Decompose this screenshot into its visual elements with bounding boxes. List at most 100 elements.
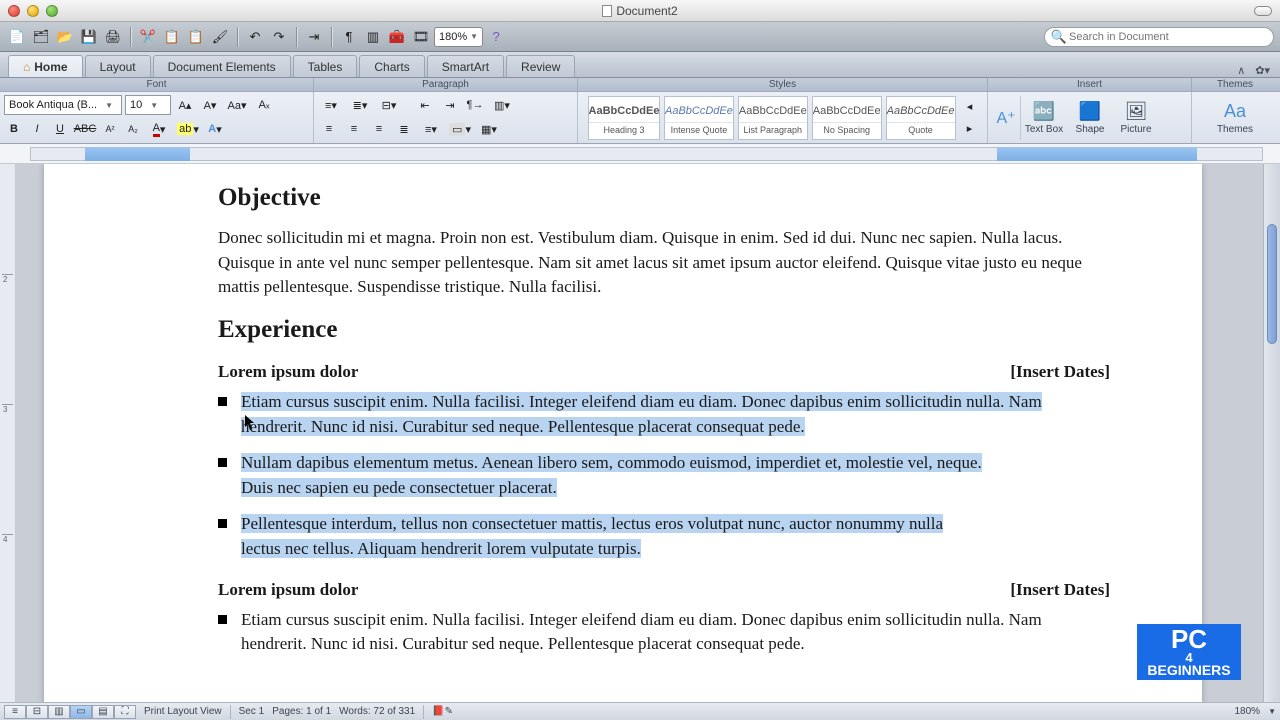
new-doc-button[interactable]: 📄 bbox=[6, 26, 28, 48]
tab-tables[interactable]: Tables bbox=[293, 55, 358, 77]
strike-button[interactable]: ABC bbox=[73, 119, 97, 139]
numbering-button[interactable]: ≣▾ bbox=[347, 95, 373, 115]
underline-button[interactable]: U bbox=[50, 119, 70, 139]
styles-prev-button[interactable]: ◂ bbox=[962, 97, 978, 117]
superscript-button[interactable]: A² bbox=[100, 119, 120, 139]
media-button[interactable]: 🎞 bbox=[410, 26, 432, 48]
list-item[interactable]: Etiam cursus suscipit enim. Nulla facili… bbox=[218, 390, 1110, 439]
clear-format-button[interactable]: Aₓ bbox=[253, 95, 275, 115]
draft-view-button[interactable]: ≡ bbox=[4, 705, 26, 719]
highlight-button[interactable]: ab▾ bbox=[175, 119, 201, 139]
style-swatch-quote[interactable]: AaBbCcDdEeQuote bbox=[886, 96, 956, 140]
list-item[interactable]: Pellentesque interdum, tellus non consec… bbox=[218, 512, 1110, 561]
minimize-window-button[interactable] bbox=[27, 5, 39, 17]
themes-button[interactable]: AaThemes bbox=[1212, 92, 1258, 143]
spellcheck-icon[interactable]: 📕✎ bbox=[432, 706, 453, 717]
publishing-view-button[interactable]: ▥ bbox=[48, 705, 70, 719]
align-left-button[interactable]: ≡ bbox=[318, 119, 340, 139]
ribbon-collapse-icon[interactable]: ∧ bbox=[1237, 64, 1245, 77]
ribbon-tabs: ⌂Home Layout Document Elements Tables Ch… bbox=[0, 52, 1280, 78]
borders-button[interactable]: ▦▾ bbox=[476, 119, 502, 139]
align-center-button[interactable]: ≡ bbox=[343, 119, 365, 139]
columns-button[interactable]: ▥▾ bbox=[489, 95, 515, 115]
shape-button[interactable]: 🟦Shape bbox=[1067, 92, 1113, 144]
clipboard-icon: 📋 bbox=[188, 29, 204, 45]
text-effects-button[interactable]: A▾ bbox=[204, 119, 226, 139]
tab-charts[interactable]: Charts bbox=[359, 55, 424, 77]
list-item[interactable]: Nullam dapibus elementum metus. Aenean l… bbox=[218, 451, 1110, 500]
multilevel-button[interactable]: ⊟▾ bbox=[376, 95, 402, 115]
show-hide-button[interactable]: ¶ bbox=[338, 26, 360, 48]
italic-button[interactable]: I bbox=[27, 119, 47, 139]
style-swatch-intense-quote[interactable]: AaBbCcDdEeIntense Quote bbox=[664, 96, 734, 140]
ltr-button[interactable]: ¶→ bbox=[464, 95, 486, 115]
tab-stops-button[interactable]: ⇥ bbox=[303, 26, 325, 48]
zoom-control[interactable]: 180%▼ bbox=[434, 27, 483, 47]
notebook-view-button[interactable]: ▤ bbox=[92, 705, 114, 719]
help-button[interactable]: ? bbox=[485, 26, 507, 48]
page[interactable]: Objective Donec sollicitudin mi et magna… bbox=[44, 164, 1202, 702]
cut-button[interactable]: ✂️ bbox=[137, 26, 159, 48]
shading-button[interactable]: ▭▾ bbox=[447, 119, 473, 139]
style-swatch-heading-3[interactable]: AaBbCcDdEeHeading 3 bbox=[588, 96, 660, 140]
grow-font-button[interactable]: A▴ bbox=[174, 95, 196, 115]
font-name-combo[interactable]: Book Antiqua (B...▼ bbox=[4, 95, 122, 115]
print-button[interactable]: 🖨 bbox=[102, 26, 124, 48]
search-input[interactable] bbox=[1067, 30, 1267, 44]
outline-view-button[interactable]: ⊟ bbox=[26, 705, 48, 719]
group-themes: AaThemes bbox=[1192, 92, 1278, 143]
copy-button[interactable]: 📋 bbox=[161, 26, 183, 48]
document-viewport[interactable]: Objective Donec sollicitudin mi et magna… bbox=[16, 164, 1263, 702]
tab-layout[interactable]: Layout bbox=[85, 55, 151, 77]
close-window-button[interactable] bbox=[8, 5, 20, 17]
toolbox-button[interactable]: 🧰 bbox=[386, 26, 408, 48]
tab-document-elements[interactable]: Document Elements bbox=[153, 55, 291, 77]
tab-home[interactable]: ⌂Home bbox=[8, 55, 83, 77]
style-swatch-list-paragraph[interactable]: AaBbCcDdEeList Paragraph bbox=[738, 96, 808, 140]
bold-button[interactable]: B bbox=[4, 119, 24, 139]
sidebar-button[interactable]: ▥ bbox=[362, 26, 384, 48]
shrink-font-button[interactable]: A▾ bbox=[199, 95, 221, 115]
bullets-button[interactable]: ≡▾ bbox=[318, 95, 344, 115]
tab-smartart[interactable]: SmartArt bbox=[427, 55, 504, 77]
words-label[interactable]: Words: 72 of 331 bbox=[339, 706, 415, 717]
textbox-button[interactable]: 🔤Text Box bbox=[1021, 92, 1067, 144]
vertical-scrollbar[interactable] bbox=[1263, 164, 1280, 702]
justify-button[interactable]: ≣ bbox=[393, 119, 415, 139]
zoom-window-button[interactable] bbox=[46, 5, 58, 17]
styles-next-button[interactable]: ▸ bbox=[962, 119, 978, 139]
line-spacing-button[interactable]: ≡▾ bbox=[418, 119, 444, 139]
paste-button[interactable]: 📋 bbox=[185, 26, 207, 48]
subscript-button[interactable]: A₂ bbox=[123, 119, 143, 139]
undo-button[interactable]: ↶ bbox=[244, 26, 266, 48]
horizontal-ruler[interactable] bbox=[0, 144, 1280, 164]
list-item[interactable]: Etiam cursus suscipit enim. Nulla facili… bbox=[218, 608, 1110, 657]
font-color-button[interactable]: A▾ bbox=[146, 119, 172, 139]
outdent-button[interactable]: ⇤ bbox=[414, 95, 436, 115]
indent-button[interactable]: ⇥ bbox=[439, 95, 461, 115]
body-text[interactable]: Donec sollicitudin mi et magna. Proin no… bbox=[218, 226, 1110, 300]
picture-button[interactable]: 🖼Picture bbox=[1113, 92, 1159, 144]
ribbon-options-icon[interactable]: ✿▾ bbox=[1255, 64, 1270, 77]
document-search[interactable]: 🔍 bbox=[1044, 27, 1274, 47]
insert-options-button[interactable]: A⁺ bbox=[992, 92, 1020, 144]
style-swatch-no-spacing[interactable]: AaBbCcDdEeNo Spacing bbox=[812, 96, 882, 140]
change-case-button[interactable]: Aa▾ bbox=[224, 95, 250, 115]
tab-review[interactable]: Review bbox=[506, 55, 575, 77]
pilcrow-icon: ¶ bbox=[341, 29, 357, 45]
zoom-dropdown-icon[interactable]: ▼ bbox=[1268, 707, 1276, 716]
vertical-ruler[interactable]: 2 3 4 bbox=[0, 164, 16, 702]
scroll-thumb[interactable] bbox=[1267, 224, 1277, 344]
open-button[interactable]: 📂 bbox=[54, 26, 76, 48]
fullscreen-view-button[interactable]: ⛶ bbox=[114, 705, 136, 719]
zoom-status[interactable]: 180% bbox=[1235, 706, 1261, 717]
align-right-button[interactable]: ≡ bbox=[368, 119, 390, 139]
redo-button[interactable]: ↷ bbox=[268, 26, 290, 48]
save-button[interactable]: 💾 bbox=[78, 26, 100, 48]
picture-icon: 🖼 bbox=[1125, 101, 1148, 122]
format-painter-button[interactable]: 🖌 bbox=[209, 26, 231, 48]
template-button[interactable]: 🗂 bbox=[30, 26, 52, 48]
print-layout-view-button[interactable]: ▭ bbox=[70, 705, 92, 719]
toolbar-toggle-button[interactable] bbox=[1254, 6, 1272, 16]
font-size-combo[interactable]: 10▼ bbox=[125, 95, 171, 115]
